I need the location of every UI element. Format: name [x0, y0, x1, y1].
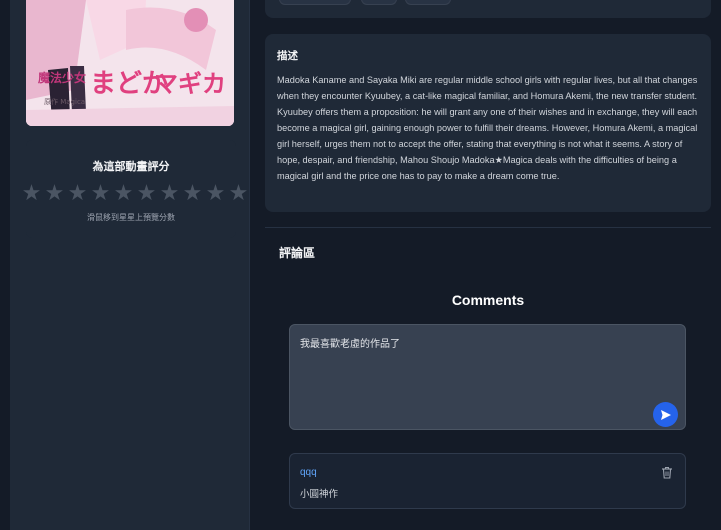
section-divider: [265, 227, 711, 228]
star-icon[interactable]: ★: [21, 182, 42, 204]
star-icon[interactable]: ★: [159, 182, 180, 204]
comment-item: qqq 小圓神作: [289, 453, 686, 509]
description-text: Madoka Kaname and Sayaka Miki are regula…: [277, 75, 698, 181]
genre-tag[interactable]: [361, 0, 397, 5]
anime-cover-image: 魔法少女 まどか マギカ 原作 Magica: [26, 0, 234, 126]
star-icon[interactable]: ★: [228, 182, 249, 204]
send-comment-button[interactable]: [653, 402, 678, 427]
comments-heading: Comments: [451, 292, 525, 308]
genre-tag[interactable]: [279, 0, 351, 5]
comment-input[interactable]: 我最喜歡老虛的作品了: [289, 324, 686, 430]
send-icon: [660, 409, 671, 420]
star-icon[interactable]: ★: [182, 182, 203, 204]
svg-text:原作 Magica: 原作 Magica: [44, 97, 85, 106]
star-icon[interactable]: ★: [205, 182, 226, 204]
svg-text:魔法少女: 魔法少女: [38, 70, 86, 85]
genre-tags-bar: [265, 0, 711, 18]
star-icon[interactable]: ★: [90, 182, 111, 204]
star-icon[interactable]: ★: [67, 182, 88, 204]
svg-text:マギカ: マギカ: [154, 70, 226, 98]
trash-icon[interactable]: [661, 466, 673, 479]
star-icon[interactable]: ★: [113, 182, 134, 204]
comment-zone-title: 評論區: [279, 246, 316, 260]
sidebar: 魔法少女 まどか マギカ 原作 Magica 為這部動畫評分 ★ ★ ★ ★ ★…: [10, 0, 250, 530]
description-title: 描述: [277, 50, 298, 62]
comment-username[interactable]: qqq: [300, 467, 317, 478]
star-rating[interactable]: ★ ★ ★ ★ ★ ★ ★ ★ ★ ★: [20, 182, 260, 204]
genre-tag[interactable]: [405, 0, 451, 5]
description-card: 描述 Madoka Kaname and Sayaka Miki are reg…: [265, 34, 711, 212]
rating-title: 為這部動畫評分: [92, 161, 170, 173]
rating-panel: 為這部動畫評分 ★ ★ ★ ★ ★ ★ ★ ★ ★ ★ 滑鼠移到星星上預覽分數: [22, 140, 248, 238]
star-icon[interactable]: ★: [136, 182, 157, 204]
star-icon[interactable]: ★: [44, 182, 65, 204]
rating-hint: 滑鼠移到星星上預覽分數: [87, 213, 175, 222]
comment-text: 小圓神作: [300, 489, 339, 500]
